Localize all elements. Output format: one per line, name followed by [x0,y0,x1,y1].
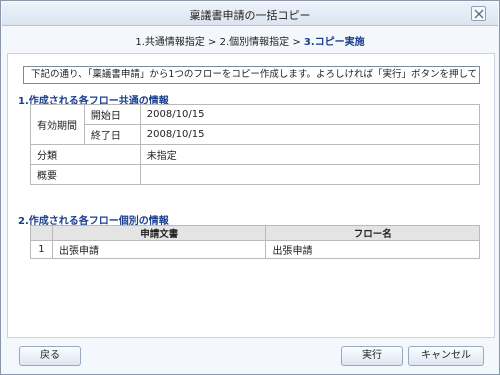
row-document: 出張申請 [51,240,267,259]
row-no: 1 [30,240,53,259]
back-button[interactable]: 戻る [19,346,81,366]
start-value: 2008/10/15 [139,104,481,125]
individual-info-table: 申請文書 フロー名 1 出張申請 出張申請 [30,225,480,259]
footer-bar: 戻る 実行 キャンセル [1,338,499,375]
wizard-steps: 1.共通情報指定 > 2.個別情報指定 > 3.コピー実施 [1,33,499,48]
overview-value [139,164,481,185]
copy-dialog: 稟議書申請の一括コピー 1.共通情報指定 > 2.個別情報指定 > 3.コピー実… [0,0,500,375]
dialog-title: 稟議書申請の一括コピー [189,9,311,22]
period-label: 有効期間 [30,104,85,145]
category-value: 未指定 [139,144,481,165]
close-button[interactable] [471,6,486,21]
close-icon [474,9,484,19]
table-row: 1 出張申請 出張申請 [30,240,480,259]
content-panel: 下記の通り、「稟議書申請」から1つのフローをコピー作成します。よろしければ「実行… [7,53,495,338]
overview-label: 概要 [30,164,141,185]
category-label: 分類 [30,144,141,165]
notice-text: 下記の通り、「稟議書申請」から1つのフローをコピー作成します。よろしければ「実行… [23,66,480,84]
common-info-table: 有効期間 開始日 2008/10/15 終了日 2008/10/15 分類 未指… [30,104,481,185]
execute-button[interactable]: 実行 [341,346,403,366]
steps-completed: 1.共通情報指定 > 2.個別情報指定 > [135,37,304,48]
end-value: 2008/10/15 [139,124,481,145]
end-label: 終了日 [83,124,141,145]
table-header-row: 申請文書 フロー名 [30,225,480,241]
header-flow-name: フロー名 [265,225,480,241]
row-flow-name: 出張申請 [265,240,480,259]
header-no [30,225,53,241]
cancel-button[interactable]: キャンセル [408,346,484,366]
step-current: 3.コピー実施 [303,37,365,48]
start-label: 開始日 [83,104,141,125]
header-document: 申請文書 [51,225,267,241]
title-bar: 稟議書申請の一括コピー [2,2,498,26]
